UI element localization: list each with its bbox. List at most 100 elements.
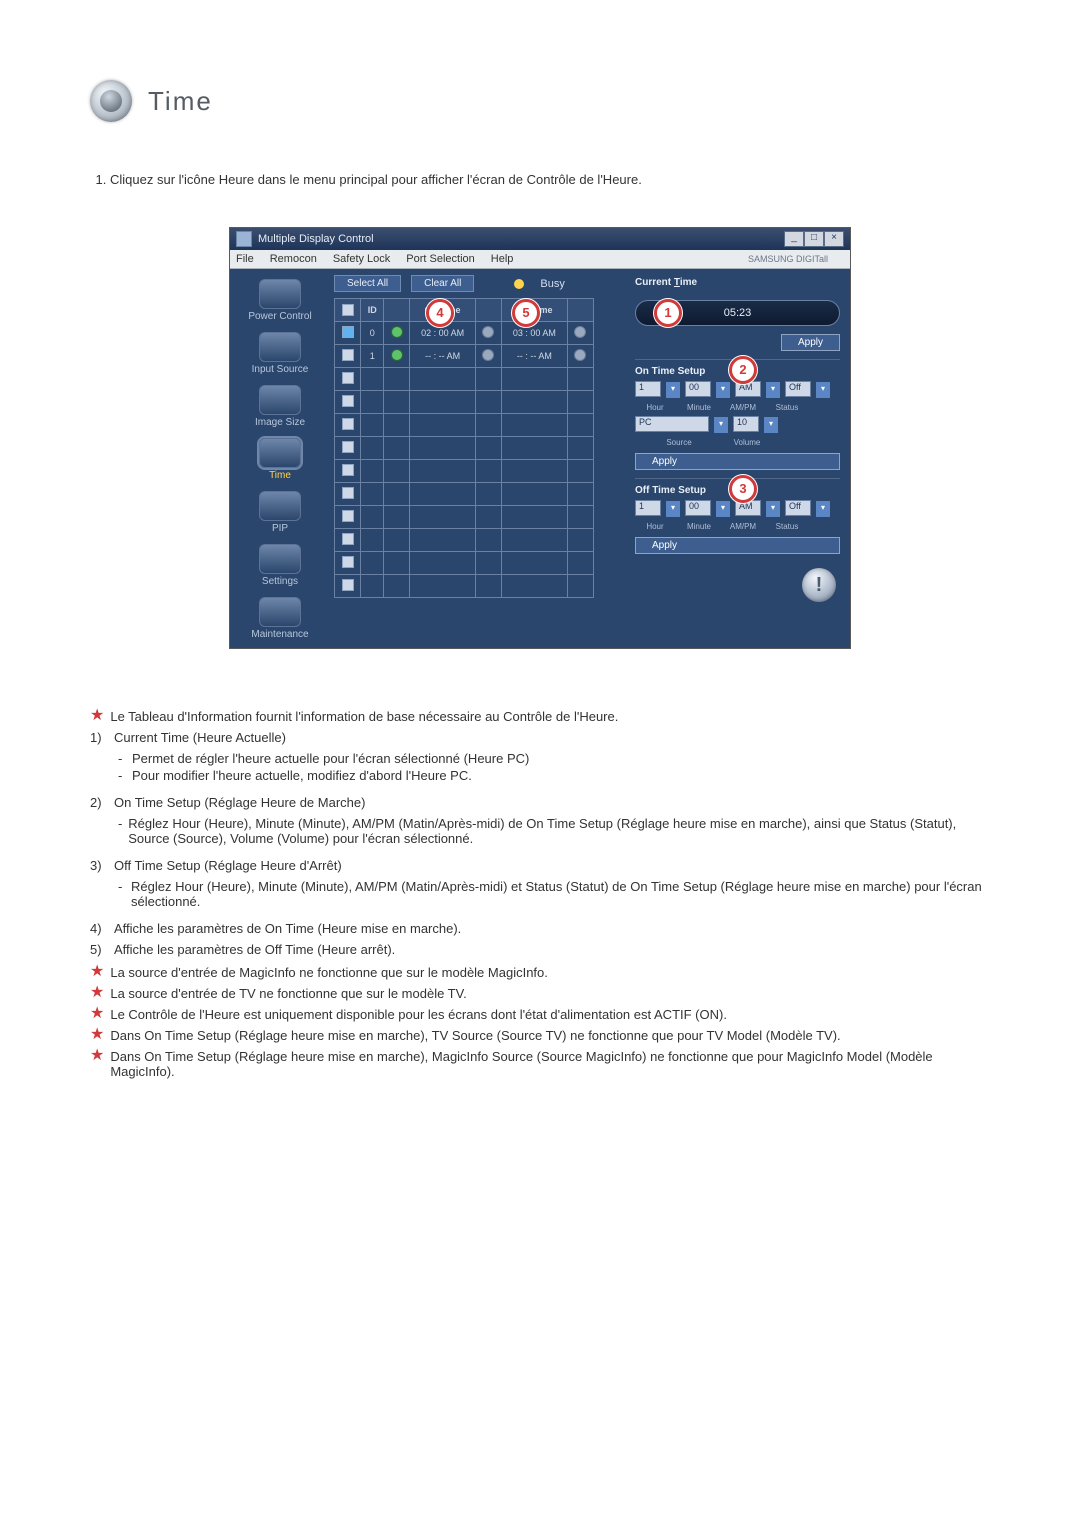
note-text: La source d'entrée de MagicInfo ne fonct… <box>110 965 548 980</box>
app-window: Multiple Display Control _ □ × File Remo… <box>229 227 851 649</box>
col-status-2 <box>475 299 501 322</box>
status-led-icon <box>391 349 403 361</box>
gear-icon <box>259 544 301 574</box>
menu-port-selection[interactable]: Port Selection <box>406 253 474 265</box>
label-status: Status <box>767 522 807 531</box>
sidebar-item-label: Maintenance <box>238 629 322 640</box>
minimize-button[interactable]: _ <box>784 231 804 247</box>
off-minute-input[interactable]: 00 <box>685 500 711 516</box>
menu-safety-lock[interactable]: Safety Lock <box>333 253 390 265</box>
label-volume: Volume <box>727 438 767 447</box>
col-status-1 <box>384 299 410 322</box>
row-checkbox[interactable] <box>342 395 354 407</box>
table-row[interactable]: 1 -- : -- AM -- : -- AM <box>335 345 594 368</box>
on-hour-input[interactable]: 1 <box>635 381 661 397</box>
row-checkbox[interactable] <box>342 326 354 338</box>
label-hour: Hour <box>635 522 675 531</box>
table-row[interactable] <box>335 483 594 506</box>
close-button[interactable]: × <box>824 231 844 247</box>
table-row[interactable] <box>335 575 594 598</box>
row-checkbox[interactable] <box>342 464 354 476</box>
callout-badge-4: 4 <box>426 299 454 327</box>
input-source-icon <box>259 332 301 362</box>
col-check: ✓ <box>335 299 361 322</box>
sidebar-item-image-size[interactable]: Image Size <box>238 383 322 428</box>
apply-on-time-button[interactable]: Apply <box>635 453 840 470</box>
chevron-down-icon[interactable]: ▾ <box>665 381 681 399</box>
sidebar-item-label: PIP <box>238 523 322 534</box>
chevron-down-icon[interactable]: ▾ <box>713 416 729 434</box>
cell-on-time: -- : -- AM <box>410 345 475 368</box>
status-led-icon <box>574 349 586 361</box>
note-text: Affiche les paramètres de Off Time (Heur… <box>114 942 395 957</box>
sidebar-item-maintenance[interactable]: Maintenance <box>238 595 322 640</box>
list-number: 3) <box>90 858 114 873</box>
row-checkbox[interactable] <box>342 533 354 545</box>
table-row[interactable] <box>335 552 594 575</box>
power-icon <box>259 279 301 309</box>
chevron-down-icon[interactable]: ▾ <box>815 500 831 518</box>
chevron-down-icon[interactable]: ▾ <box>763 416 779 434</box>
select-all-button[interactable]: Select All <box>334 275 401 292</box>
on-status-input[interactable]: Off <box>785 381 811 397</box>
table-row[interactable] <box>335 414 594 437</box>
apply-current-time-button[interactable]: Apply <box>781 334 840 351</box>
apply-off-time-button[interactable]: Apply <box>635 537 840 554</box>
maximize-button[interactable]: □ <box>804 231 824 247</box>
list-number: 4) <box>90 921 114 936</box>
chevron-down-icon[interactable]: ▾ <box>765 500 781 518</box>
note-text: Dans On Time Setup (Réglage heure mise e… <box>110 1028 840 1043</box>
menu-file[interactable]: File <box>236 253 254 265</box>
current-time-label: Current Time <box>635 277 840 288</box>
chevron-down-icon[interactable]: ▾ <box>665 500 681 518</box>
sidebar-item-settings[interactable]: Settings <box>238 542 322 587</box>
row-checkbox[interactable] <box>342 441 354 453</box>
note-text: Affiche les paramètres de On Time (Heure… <box>114 921 461 936</box>
on-volume-input[interactable]: 10 <box>733 416 759 432</box>
menu-remocon[interactable]: Remocon <box>270 253 317 265</box>
off-hour-input[interactable]: 1 <box>635 500 661 516</box>
busy-indicator-icon <box>514 279 524 289</box>
clock-icon <box>90 80 132 122</box>
note-text: Réglez Hour (Heure), Minute (Minute), AM… <box>131 879 990 909</box>
chevron-down-icon[interactable]: ▾ <box>815 381 831 399</box>
off-status-input[interactable]: Off <box>785 500 811 516</box>
cell-id: 0 <box>361 322 384 345</box>
chevron-down-icon[interactable]: ▾ <box>715 381 731 399</box>
sidebar-item-input-source[interactable]: Input Source <box>238 330 322 375</box>
sidebar-item-time[interactable]: Time <box>238 436 322 481</box>
sidebar-item-power-control[interactable]: Power Control <box>238 277 322 322</box>
row-checkbox[interactable] <box>342 372 354 384</box>
info-table: ✓ ID On Time Off Time 0 02 : 00 AM <box>334 298 594 598</box>
table-row[interactable] <box>335 506 594 529</box>
table-row[interactable] <box>335 529 594 552</box>
table-row[interactable] <box>335 391 594 414</box>
dash-bullet: - <box>118 879 131 909</box>
menu-help[interactable]: Help <box>491 253 514 265</box>
table-row[interactable]: 0 02 : 00 AM 03 : 00 AM <box>335 322 594 345</box>
star-icon: ★ <box>90 709 104 723</box>
list-number: 1) <box>90 730 114 745</box>
row-checkbox[interactable] <box>342 487 354 499</box>
label-source: Source <box>635 438 723 447</box>
label-status: Status <box>767 403 807 412</box>
sidebar-item-pip[interactable]: PIP <box>238 489 322 534</box>
chevron-down-icon[interactable]: ▾ <box>715 500 731 518</box>
on-minute-input[interactable]: 00 <box>685 381 711 397</box>
check-all[interactable]: ✓ <box>342 304 354 316</box>
row-checkbox[interactable] <box>342 579 354 591</box>
clear-all-button[interactable]: Clear All <box>411 275 474 292</box>
row-checkbox[interactable] <box>342 418 354 430</box>
brand-label: SAMSUNG DIGITall <box>748 254 828 264</box>
note-text: Le Contrôle de l'Heure est uniquement di… <box>110 1007 727 1022</box>
table-row[interactable] <box>335 460 594 483</box>
row-checkbox[interactable] <box>342 556 354 568</box>
status-led-icon <box>574 326 586 338</box>
row-checkbox[interactable] <box>342 349 354 361</box>
label-hour: Hour <box>635 403 675 412</box>
table-row[interactable] <box>335 368 594 391</box>
chevron-down-icon[interactable]: ▾ <box>765 381 781 399</box>
table-row[interactable] <box>335 437 594 460</box>
row-checkbox[interactable] <box>342 510 354 522</box>
on-source-input[interactable]: PC <box>635 416 709 432</box>
